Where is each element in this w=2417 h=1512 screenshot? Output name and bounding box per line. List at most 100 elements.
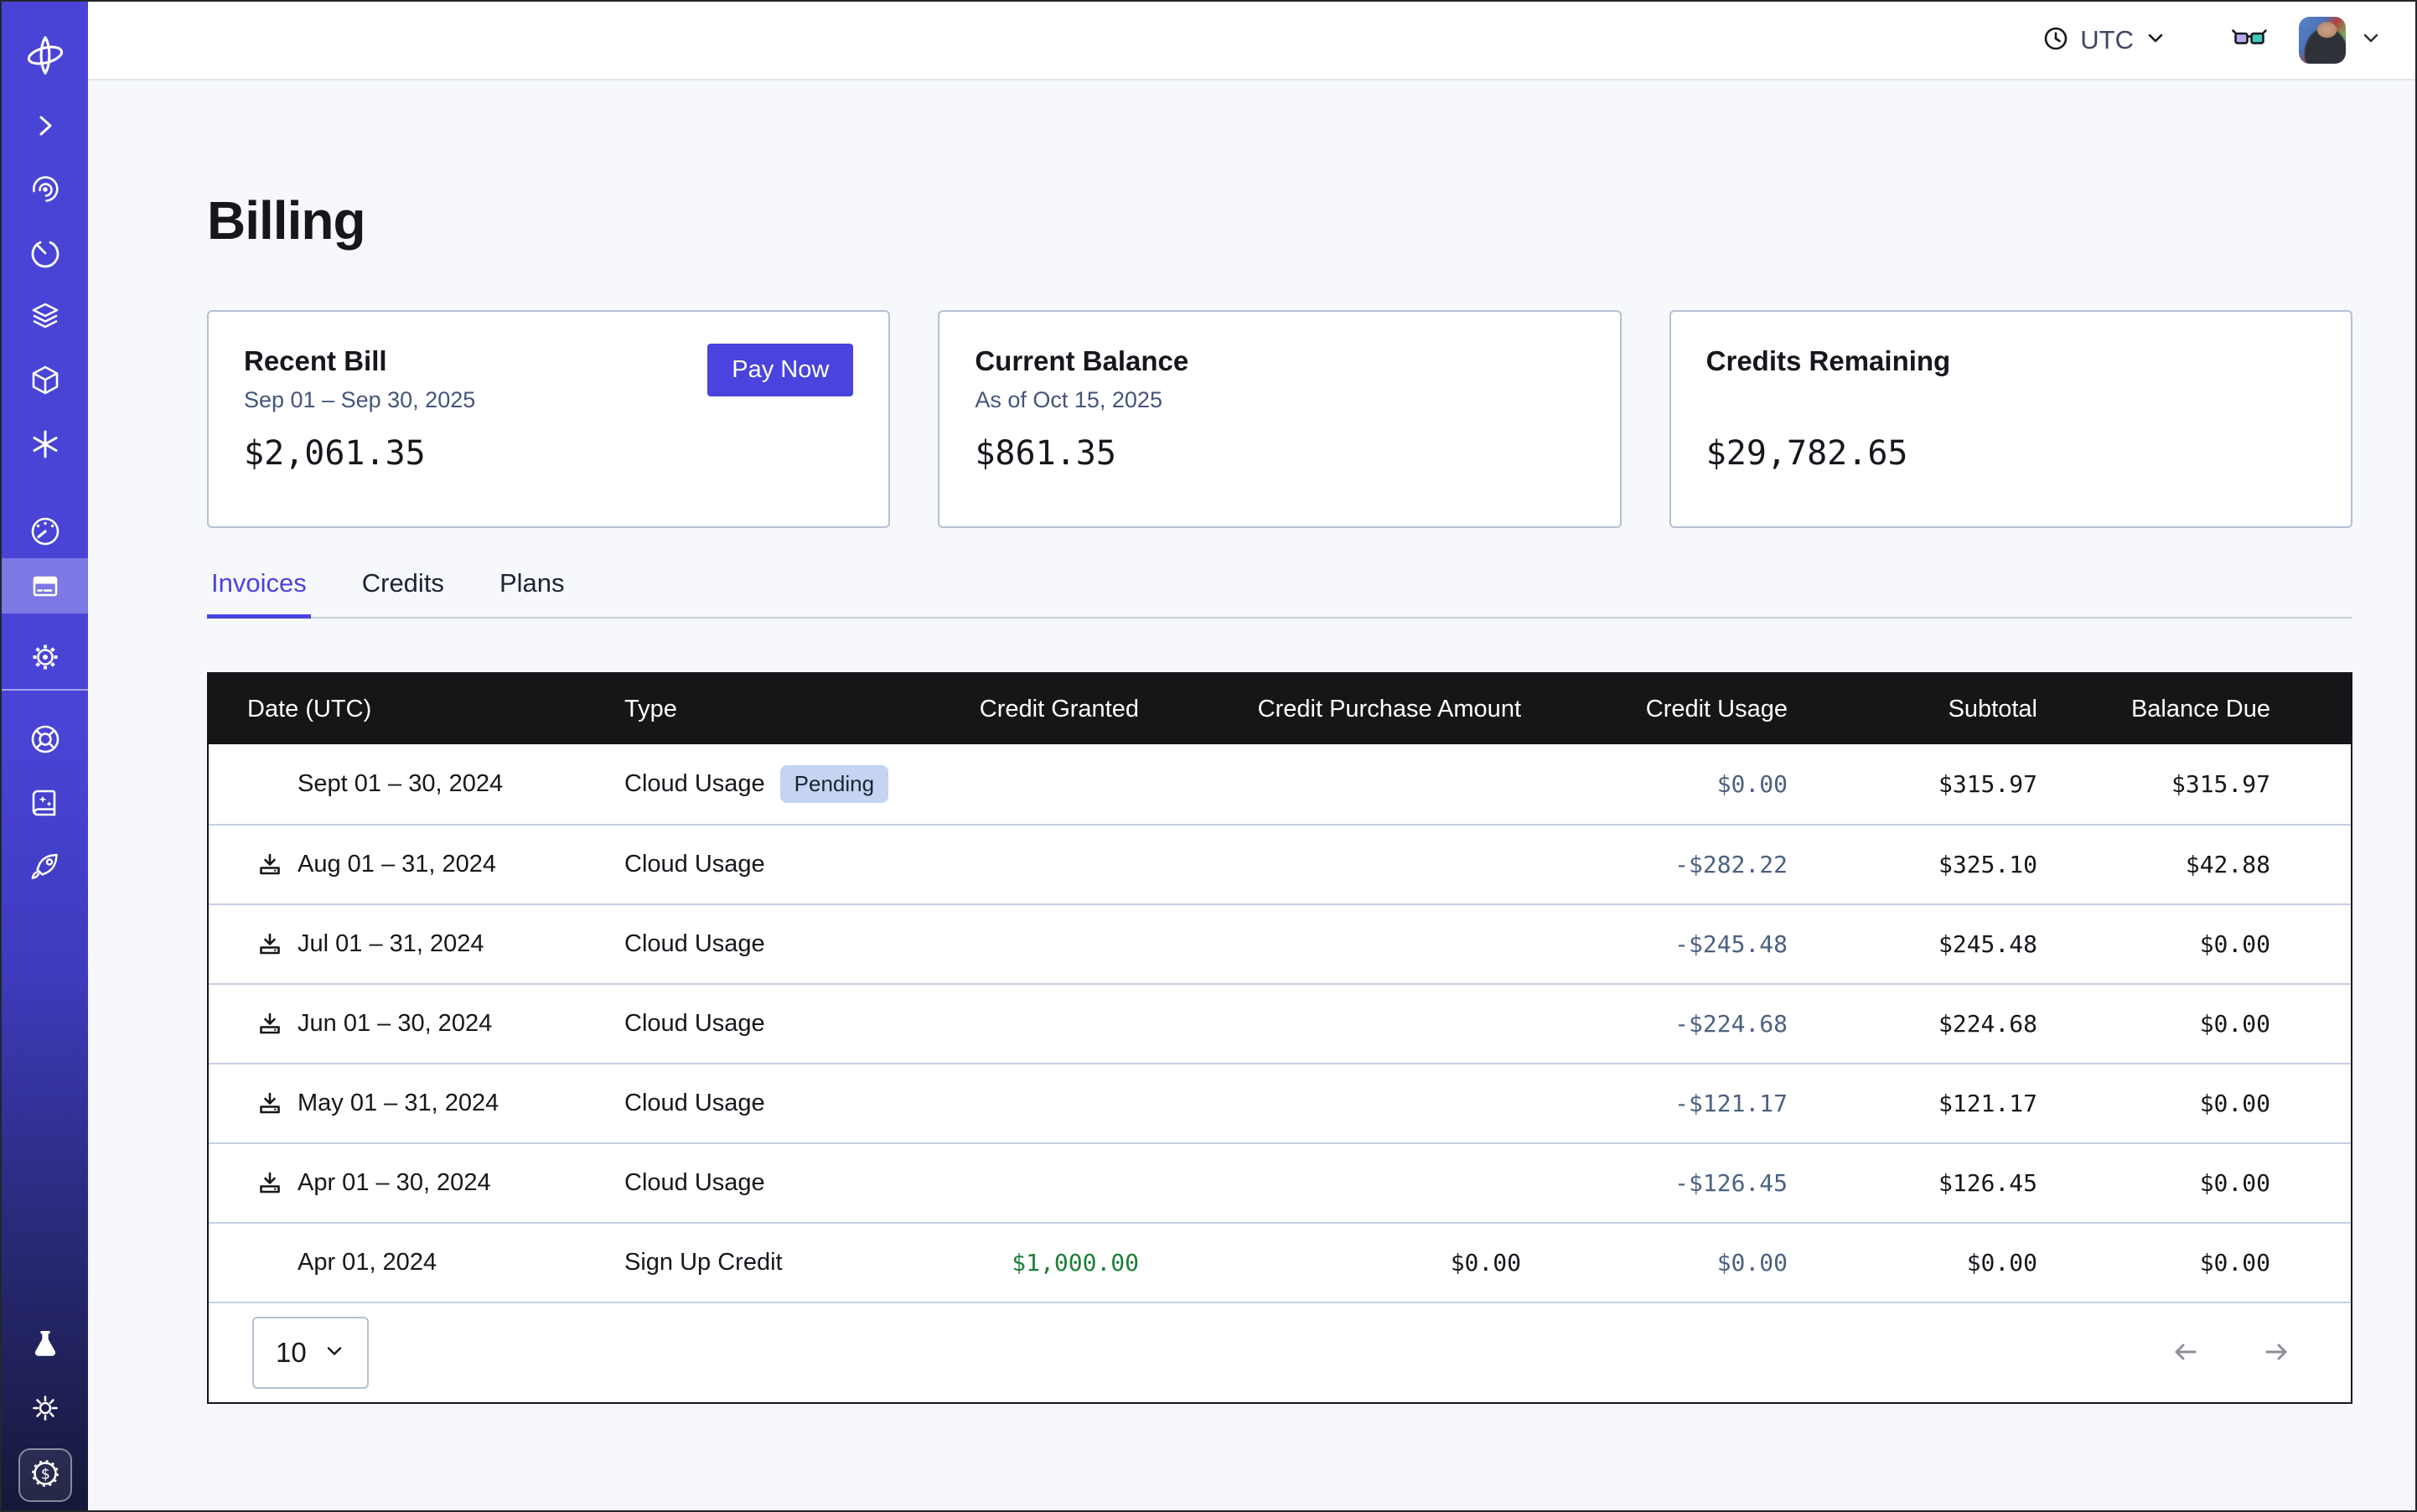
card-title: Credits Remaining <box>1706 345 2316 377</box>
sidebar-item-docs[interactable] <box>2 783 88 823</box>
credit-granted-value: $1,000.00 <box>960 1249 1176 1276</box>
invoice-date: Aug 01 – 31, 2024 <box>298 851 496 878</box>
sidebar-item-cube[interactable] <box>2 360 88 401</box>
topbar: UTC <box>88 2 2415 80</box>
download-invoice-button[interactable] <box>256 930 284 959</box>
table-row: Jul 01 – 31, 2024 Cloud Usage -$245.48 $… <box>209 904 2351 983</box>
download-invoice-button[interactable] <box>256 1010 284 1038</box>
subtotal-value: $0.00 <box>1824 1249 2074 1276</box>
credit-usage-value: -$126.45 <box>1558 1169 1824 1197</box>
invoice-type: Cloud Usage <box>624 1010 765 1038</box>
layers-icon <box>27 298 64 335</box>
balance-due-value: $0.00 <box>2074 1169 2351 1197</box>
download-icon <box>256 869 284 882</box>
card-title: Current Balance <box>975 345 1584 377</box>
page-title: Billing <box>207 189 2349 251</box>
next-page-button[interactable] <box>2257 1333 2295 1374</box>
recent-bill-card: Recent Bill Sep 01 – Sep 30, 2025 $2,061… <box>207 310 890 528</box>
timezone-selector[interactable]: UTC <box>2042 25 2166 56</box>
table-row: Apr 01, 2024 Sign Up Credit $1,000.00 $0… <box>209 1222 2351 1302</box>
status-badge: Pending <box>780 765 888 803</box>
invoice-type: Cloud Usage <box>624 930 765 958</box>
billing-page: Billing Recent Bill Sep 01 – Sep 30, 202… <box>88 80 2415 1510</box>
invoice-type: Cloud Usage <box>624 770 765 798</box>
table-row: Sept 01 – 30, 2024 Cloud Usage Pending $… <box>209 744 2351 824</box>
invoice-date: Apr 01, 2024 <box>298 1249 437 1276</box>
chevron-down-icon <box>323 1337 345 1369</box>
invoice-type: Sign Up Credit <box>624 1249 783 1276</box>
dollar-badge-icon: $ <box>27 1455 64 1496</box>
sidebar-item-expand[interactable] <box>2 106 88 146</box>
app-window: $ UTC <box>0 0 2417 1512</box>
balance-due-value: $0.00 <box>2074 1090 2351 1117</box>
helm-wheel-icon <box>27 721 64 758</box>
credit-usage-value: $0.00 <box>1558 770 1824 798</box>
sidebar-item-timer[interactable] <box>2 233 88 273</box>
download-invoice-button[interactable] <box>256 1090 284 1118</box>
credit-usage-value: $0.00 <box>1558 1249 1824 1276</box>
credit-usage-value: -$224.68 <box>1558 1010 1824 1038</box>
column-header-credit-usage: Credit Usage <box>1558 696 1824 723</box>
page-size-select[interactable]: 10 <box>252 1317 369 1389</box>
sidebar-item-billing[interactable] <box>2 558 88 614</box>
credits-remaining-card: Credits Remaining $29,782.65 <box>1669 310 2352 528</box>
previous-page-button[interactable] <box>2166 1333 2205 1374</box>
summary-cards: Recent Bill Sep 01 – Sep 30, 2025 $2,061… <box>207 310 2352 528</box>
sidebar-item-settings[interactable] <box>2 637 88 677</box>
sidebar-item-iris[interactable] <box>2 169 88 210</box>
column-header-credit-purchase-amount: Credit Purchase Amount <box>1176 696 1558 723</box>
column-header-date: Date (UTC) <box>209 696 624 723</box>
download-invoice-button[interactable] <box>256 851 284 879</box>
credit-usage-value: -$121.17 <box>1558 1090 1824 1117</box>
card-subtitle <box>1706 387 2316 414</box>
avatar[interactable] <box>2299 17 2346 64</box>
main-area: UTC <box>88 2 2415 1510</box>
sidebar-item-usage-gauge[interactable] <box>2 511 88 551</box>
clock-icon <box>2042 25 2069 56</box>
invoice-date: Jun 01 – 30, 2024 <box>298 1010 492 1038</box>
download-invoice-button[interactable] <box>256 1169 284 1198</box>
tab-plans[interactable]: Plans <box>495 568 569 617</box>
sidebar-item-labs[interactable] <box>2 1324 88 1364</box>
download-icon <box>256 949 284 961</box>
balance-due-value: $315.97 <box>2074 770 2351 798</box>
subtotal-value: $325.10 <box>1824 851 2074 878</box>
balance-due-value: $42.88 <box>2074 851 2351 878</box>
sidebar-item-theme-toggle[interactable] <box>2 1388 88 1428</box>
sun-icon <box>27 1390 64 1427</box>
invoice-type: Cloud Usage <box>624 1090 765 1117</box>
table-header: Date (UTC) Type Credit Granted Credit Pu… <box>209 674 2351 744</box>
pay-now-button[interactable]: Pay Now <box>707 344 853 396</box>
table-pagination: 10 <box>209 1302 2351 1402</box>
invoice-date: Jul 01 – 31, 2024 <box>298 930 484 958</box>
3d-glasses-icon[interactable] <box>2230 20 2269 61</box>
download-icon <box>256 1028 284 1041</box>
book-sparkle-icon <box>27 784 64 821</box>
tab-invoices[interactable]: Invoices <box>207 568 311 617</box>
subtotal-value: $315.97 <box>1824 770 2074 798</box>
table-row: May 01 – 31, 2024 Cloud Usage -$121.17 $… <box>209 1063 2351 1142</box>
invoice-table-body: Sept 01 – 30, 2024 Cloud Usage Pending $… <box>209 744 2351 1302</box>
iris-icon <box>27 171 64 208</box>
sidebar-item-helm[interactable] <box>2 719 88 759</box>
sidebar-logo[interactable] <box>2 34 88 77</box>
sidebar-item-credits-badge[interactable]: $ <box>18 1448 72 1502</box>
card-amount: $29,782.65 <box>1706 434 2316 473</box>
sidebar-item-layers[interactable] <box>2 297 88 337</box>
subtotal-value: $224.68 <box>1824 1010 2074 1038</box>
sidebar-divider <box>2 689 88 691</box>
sidebar-item-getting-started[interactable] <box>2 847 88 887</box>
column-header-subtotal: Subtotal <box>1824 696 2074 723</box>
chevron-down-icon[interactable] <box>2360 28 2382 54</box>
orbit-logo-icon <box>23 34 67 77</box>
credit-purchase-amount-value: $0.00 <box>1176 1249 1558 1276</box>
billing-card-icon <box>27 567 64 604</box>
download-icon <box>256 1108 284 1121</box>
tab-credits[interactable]: Credits <box>358 568 448 617</box>
balance-due-value: $0.00 <box>2074 1249 2351 1276</box>
current-balance-card: Current Balance As of Oct 15, 2025 $861.… <box>938 310 1621 528</box>
balance-due-value: $0.00 <box>2074 930 2351 958</box>
sidebar-item-asterisk[interactable] <box>2 424 88 464</box>
arrow-left-icon <box>2166 1361 2205 1374</box>
card-subtitle: As of Oct 15, 2025 <box>975 387 1584 414</box>
